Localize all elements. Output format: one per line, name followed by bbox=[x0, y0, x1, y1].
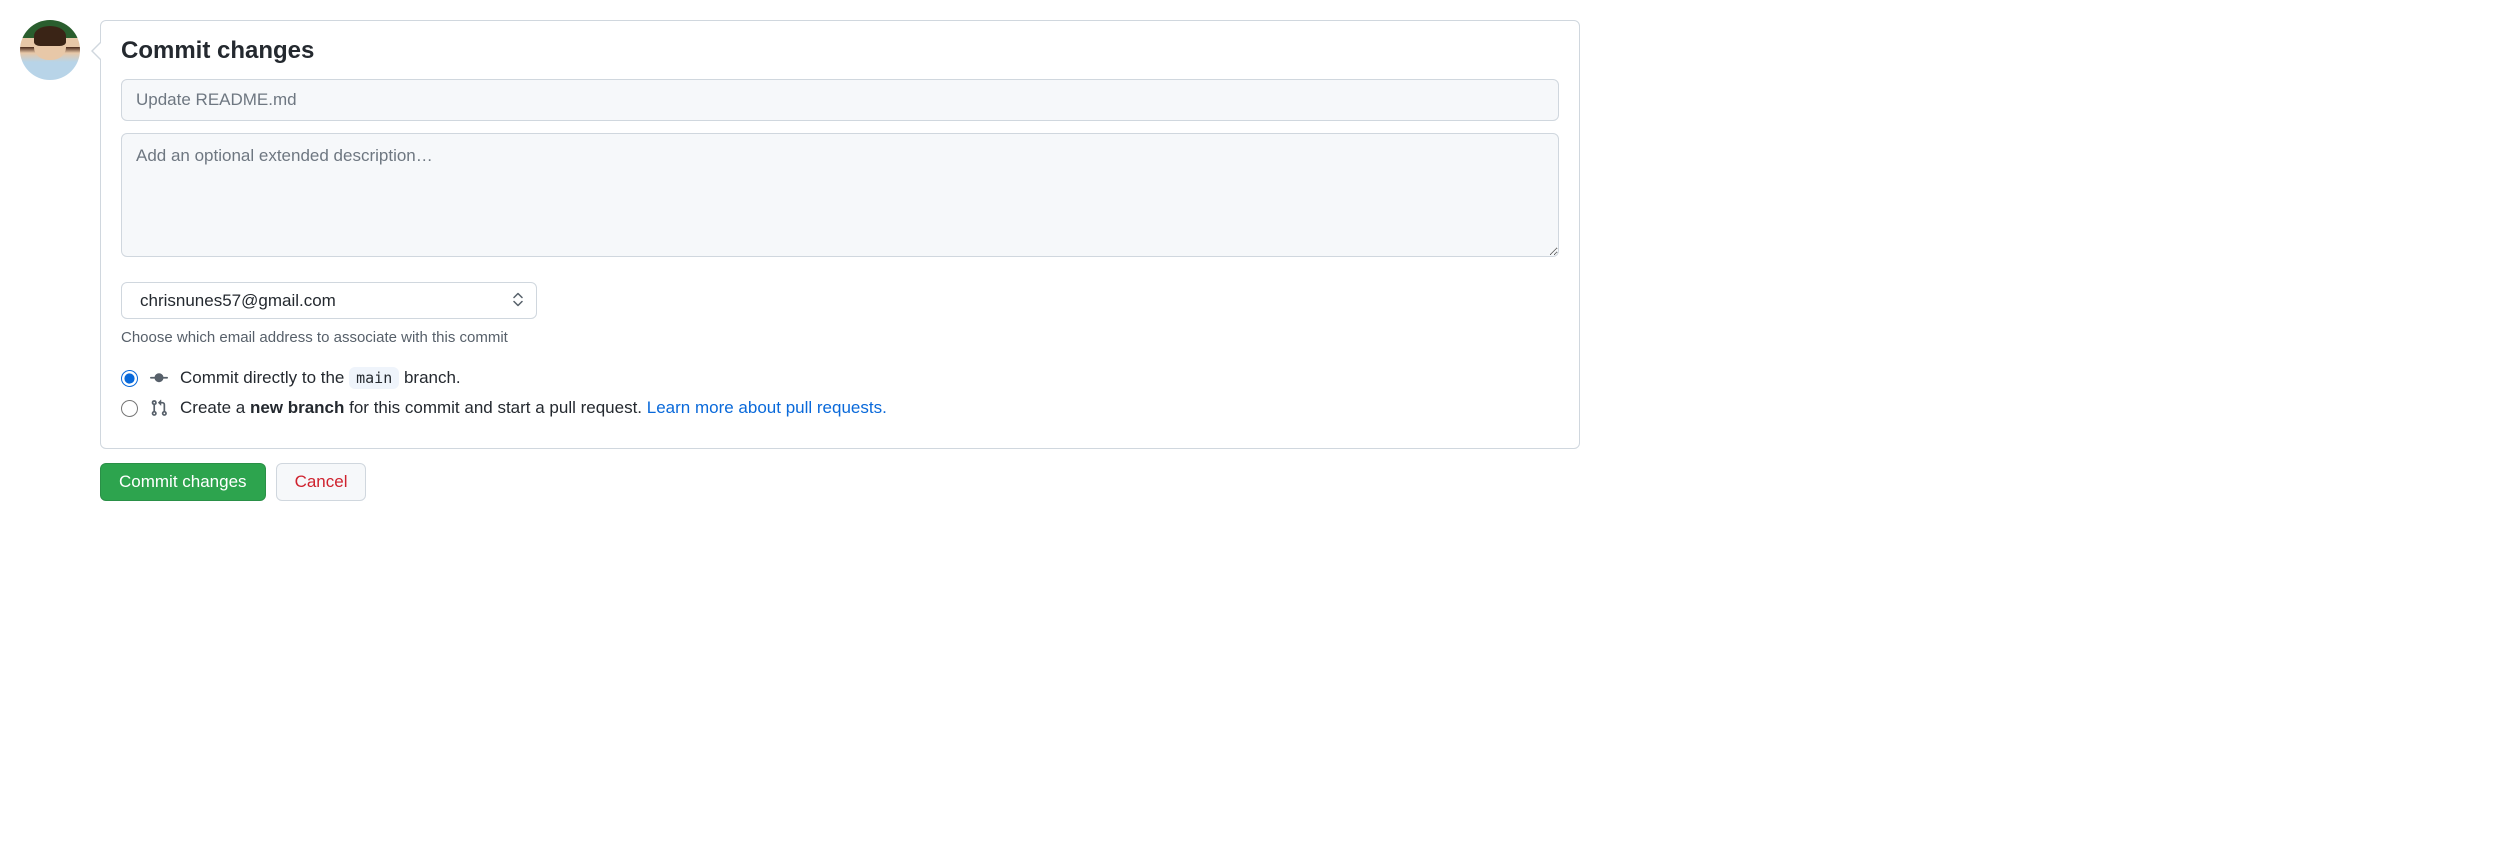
git-pull-request-icon bbox=[150, 399, 168, 417]
git-commit-icon bbox=[150, 369, 168, 387]
commit-changes-button[interactable]: Commit changes bbox=[100, 463, 266, 501]
panel-heading: Commit changes bbox=[121, 37, 1559, 65]
learn-more-link[interactable]: Learn more about pull requests. bbox=[647, 398, 887, 417]
commit-direct-option[interactable]: Commit directly to the main branch. bbox=[121, 368, 1559, 388]
commit-description-textarea[interactable] bbox=[121, 133, 1559, 257]
commit-email-select[interactable]: chrisnunes57@gmail.com bbox=[121, 282, 537, 319]
commit-summary-input[interactable] bbox=[121, 79, 1559, 121]
branch-chip: main bbox=[349, 367, 399, 389]
commit-newbranch-label: Create a new branch for this commit and … bbox=[180, 398, 887, 418]
commit-direct-label: Commit directly to the main branch. bbox=[180, 368, 461, 388]
email-helper-text: Choose which email address to associate … bbox=[121, 329, 1559, 346]
avatar[interactable] bbox=[20, 20, 80, 80]
cancel-button[interactable]: Cancel bbox=[276, 463, 367, 501]
action-buttons: Commit changes Cancel bbox=[100, 463, 2480, 501]
commit-panel: Commit changes chrisnunes57@gmail.com Ch… bbox=[100, 20, 1580, 449]
commit-newbranch-radio[interactable] bbox=[121, 400, 138, 417]
commit-direct-radio[interactable] bbox=[121, 370, 138, 387]
commit-newbranch-option[interactable]: Create a new branch for this commit and … bbox=[121, 398, 1559, 418]
